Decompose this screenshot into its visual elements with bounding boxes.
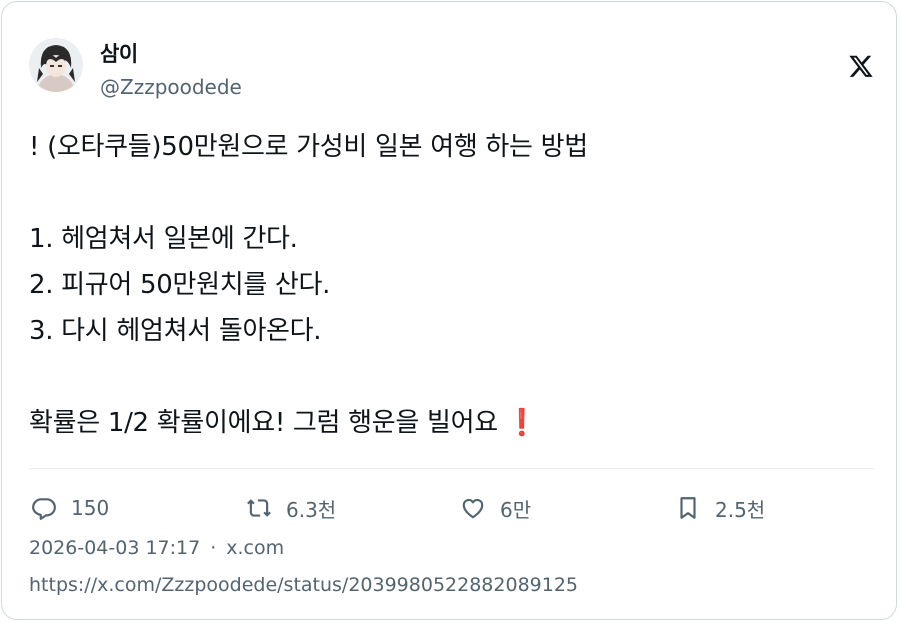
reply-count: 150: [71, 496, 110, 520]
display-name[interactable]: 삼이: [100, 38, 138, 68]
tweet-text: ! (오타쿠들)50만원으로 가성비 일본 여행 하는 방법 1. 헤엄쳐서 일…: [29, 124, 869, 446]
retweet-count: 6.3천: [286, 497, 337, 522]
like-count: 6만: [500, 497, 532, 522]
timestamp[interactable]: 2026-04-03 17:17: [29, 537, 200, 559]
like-button[interactable]: 6만: [460, 490, 531, 526]
tweet-url[interactable]: https://x.com/Zzzpoodede/status/20399805…: [29, 574, 578, 596]
exclamation-emoji: ❗: [505, 408, 538, 438]
divider: [29, 468, 874, 469]
tweet-meta: 2026-04-03 17:17 · x.com: [29, 537, 284, 559]
bookmark-count: 2.5천: [715, 497, 766, 522]
avatar[interactable]: [29, 38, 83, 92]
x-logo-icon[interactable]: [848, 53, 874, 79]
avatar-image: [29, 38, 83, 92]
retweet-icon: [247, 499, 271, 517]
heart-icon: [462, 498, 484, 519]
meta-separator: ·: [210, 537, 217, 559]
bookmark-button[interactable]: 2.5천: [675, 490, 765, 526]
bookmark-icon: [680, 497, 696, 519]
reply-button[interactable]: 150: [31, 490, 109, 526]
source-link[interactable]: x.com: [226, 537, 284, 559]
tweet-body: ! (오타쿠들)50만원으로 가성비 일본 여행 하는 방법 1. 헤엄쳐서 일…: [29, 132, 588, 438]
reply-icon: [32, 498, 56, 520]
retweet-button[interactable]: 6.3천: [246, 490, 336, 526]
user-handle[interactable]: @Zzzpoodede: [100, 75, 242, 99]
tweet-card: 삼이 @Zzzpoodede ! (오타쿠들)50만원으로 가성비 일본 여행 …: [1, 1, 897, 620]
